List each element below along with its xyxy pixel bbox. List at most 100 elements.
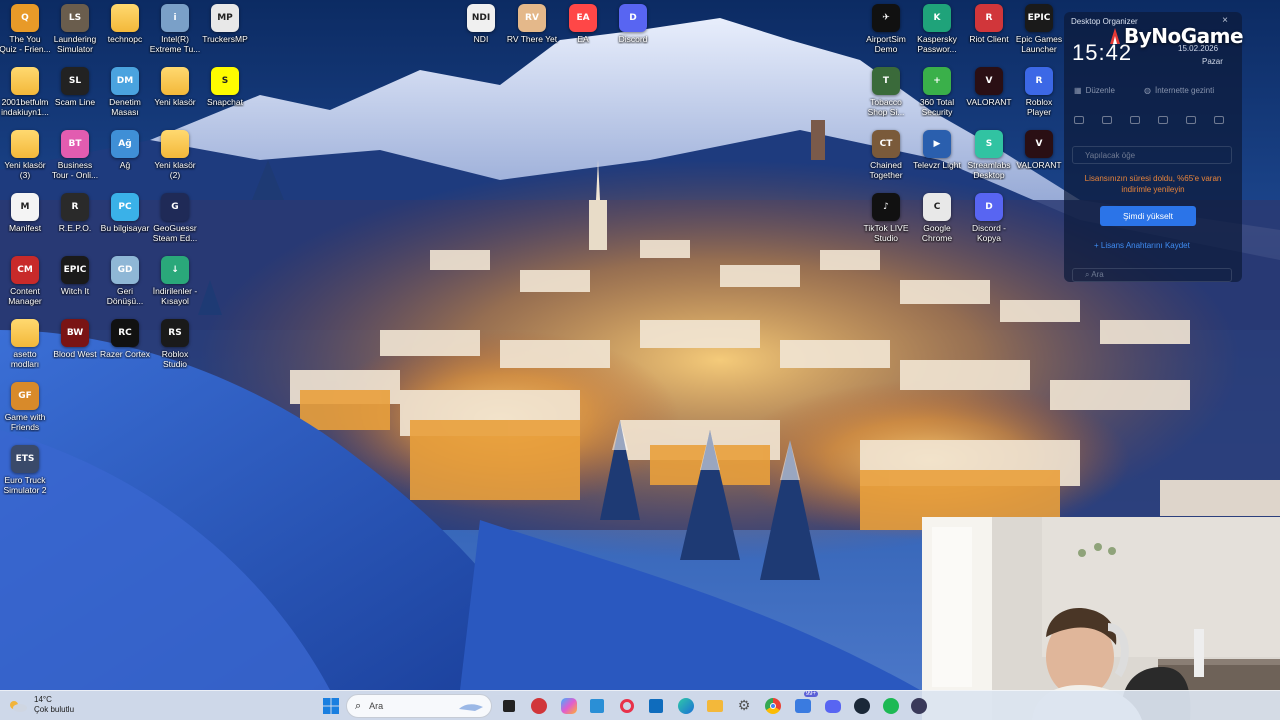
license-key-link[interactable]: + Lisans Anahtarını Kaydet	[1094, 241, 1190, 250]
folder-icon	[707, 700, 723, 712]
organizer-edit-label: Düzenle	[1085, 86, 1115, 95]
organizer-search-input[interactable]: ⌕ Ara	[1072, 268, 1232, 282]
desktop-icon-euro-truck-simulator-2[interactable]: ETS Euro Truck Simulator 2	[0, 445, 53, 505]
bynogame-watermark: ByNoGame	[1108, 24, 1244, 48]
desktop-icon-label: Euro Truck Simulator 2	[3, 475, 47, 495]
taskbar-app-discord[interactable]	[822, 695, 844, 717]
search-icon: ⌕	[1085, 270, 1090, 279]
chat-icon	[795, 699, 811, 713]
taskbar-app-spotify[interactable]	[880, 695, 902, 717]
desktop-icon-game-with-friends[interactable]: GF Game with Friends	[0, 382, 53, 442]
organizer-web-search-button[interactable]: ◍ İnternette gezinti	[1144, 86, 1214, 95]
document-icon[interactable]	[1158, 116, 1168, 124]
ag-icon: Ağ	[111, 130, 139, 158]
weather-description: Çok bulutlu	[34, 705, 75, 714]
start-button[interactable]	[320, 695, 342, 717]
folder-icon	[161, 67, 189, 95]
desktop-icon-epic-games-launcher[interactable]: EPIC Epic Games Launcher	[1011, 4, 1067, 64]
desktop-icon-label: Game with Friends	[4, 412, 46, 432]
weather-temperature: 14°C	[34, 695, 52, 704]
organizer-web-search-label: İnternette gezinti	[1154, 86, 1215, 95]
cloud-sun-icon	[8, 698, 28, 712]
note-icon[interactable]	[1186, 116, 1196, 124]
desktop-icon-truckersmp[interactable]: MP TruckersMP	[197, 4, 253, 64]
globe-icon: ◍	[1144, 86, 1151, 95]
kaspersky-icon: K	[923, 4, 951, 32]
steam-icon	[854, 698, 870, 714]
folder-icon	[111, 4, 139, 32]
roblox-studio-icon: RS	[161, 319, 189, 347]
notification-badge: 99+	[803, 691, 818, 697]
taskbar-app-chrome[interactable]	[762, 695, 784, 717]
chrome-icon	[765, 698, 781, 714]
task-view-icon	[503, 700, 515, 712]
desktop-icon-discord-kopya[interactable]: D Discord - Kopya	[961, 193, 1017, 253]
weather-widget[interactable]: 14°C Çok bulutlu	[8, 695, 74, 715]
image-icon[interactable]	[1102, 116, 1112, 124]
streamlabs-desktop-icon: S	[975, 130, 1003, 158]
taskbar-app-red[interactable]	[528, 695, 550, 717]
taskbar-app-outlook[interactable]	[645, 695, 667, 717]
taskbar-search-box[interactable]: ⌕ Ara	[346, 694, 492, 718]
folder-icon	[11, 319, 39, 347]
plus-icon: +	[1094, 241, 1099, 250]
taskbar-app-file-explorer[interactable]	[704, 695, 726, 717]
euro-truck-simulator-2-icon: ETS	[11, 445, 39, 473]
geoguessr-icon: G	[161, 193, 189, 221]
desktop-icon-indirilenler[interactable]: ↓ İndirilenler - Kısayol	[147, 256, 203, 316]
epic-games-launcher-icon: EPIC	[1025, 4, 1053, 32]
taskbar-app-opera[interactable]	[616, 695, 638, 717]
repo-icon: R	[61, 193, 89, 221]
taskbar-app-copilot[interactable]	[558, 695, 580, 717]
license-key-label: Lisans Anahtarını Kaydet	[1100, 241, 1190, 250]
scam-line-icon: SL	[61, 67, 89, 95]
taskbar-app-edge[interactable]	[675, 695, 697, 717]
desktop-icon-roblox-player[interactable]: R Roblox Player	[1011, 67, 1067, 127]
business-tour-icon: BT	[61, 130, 89, 158]
indirilenler-icon: ↓	[161, 256, 189, 284]
snapchat-icon: S	[211, 67, 239, 95]
desktop-icon-snapchat[interactable]: S Snapchat	[197, 67, 253, 127]
desktop-icon-yeni-klasor-2[interactable]: Yeni klasör (2)	[147, 130, 203, 190]
blood-west-icon: BW	[61, 319, 89, 347]
desktop-icon-roblox-studio[interactable]: RS Roblox Studio	[147, 319, 203, 379]
print-icon[interactable]	[1074, 116, 1084, 124]
denetim-masasi-icon: DM	[111, 67, 139, 95]
organizer-search-placeholder: Ara	[1091, 270, 1104, 279]
taskbar-app-settings[interactable]: ⚙	[733, 695, 755, 717]
link-icon[interactable]	[1130, 116, 1140, 124]
settings-icon[interactable]	[1214, 116, 1224, 124]
edge-icon	[678, 698, 694, 714]
tiktok-live-icon: ♪	[872, 193, 900, 221]
gear-icon: ⚙	[737, 698, 751, 714]
witch-it-icon: EPIC	[61, 256, 89, 284]
roblox-player-icon: R	[1025, 67, 1053, 95]
valorant-1-icon: V	[975, 67, 1003, 95]
upgrade-button[interactable]: Şimdi yükselt	[1100, 206, 1196, 226]
discord-kopya-icon: D	[975, 193, 1003, 221]
organizer-task-input[interactable]: Yapılacak öğe	[1072, 146, 1232, 164]
desktop-icon-label: Discord - Kopya	[971, 223, 1006, 243]
desktop-icon-discord[interactable]: D Discord	[605, 4, 661, 64]
chained-together-icon: CT	[872, 130, 900, 158]
organizer-toolbar	[1074, 116, 1224, 124]
taskbar-search-placeholder: Ara	[369, 701, 384, 711]
360-total-security-icon: +	[923, 67, 951, 95]
folder-icon	[161, 130, 189, 158]
watermark-text: ByNoGame	[1124, 24, 1244, 48]
desktop-icon-valorant-2[interactable]: V VALORANT	[1011, 130, 1067, 190]
desktop-icon-label: TruckersMP	[202, 34, 248, 44]
taskbar-app-steam[interactable]	[851, 695, 873, 717]
task-view-button[interactable]	[498, 695, 520, 717]
taskbar-app-obs[interactable]	[908, 695, 930, 717]
outlook-icon	[649, 699, 663, 713]
desktop-icon-geoguessr[interactable]: G GeoGuessr Steam Ed...	[147, 193, 203, 253]
organizer-edit-button[interactable]: ▦ Düzenle	[1074, 86, 1115, 95]
obs-icon	[911, 698, 927, 714]
manifest-icon: M	[11, 193, 39, 221]
taskbar-app-chat[interactable]: 99+	[792, 691, 818, 717]
discord-icon: D	[619, 4, 647, 32]
taskbar-app-store[interactable]	[586, 695, 608, 717]
search-icon: ⌕	[355, 699, 362, 712]
desktop-organizer-panel: Desktop Organizer × 15:42 15.02.2026 Paz…	[1064, 12, 1242, 282]
